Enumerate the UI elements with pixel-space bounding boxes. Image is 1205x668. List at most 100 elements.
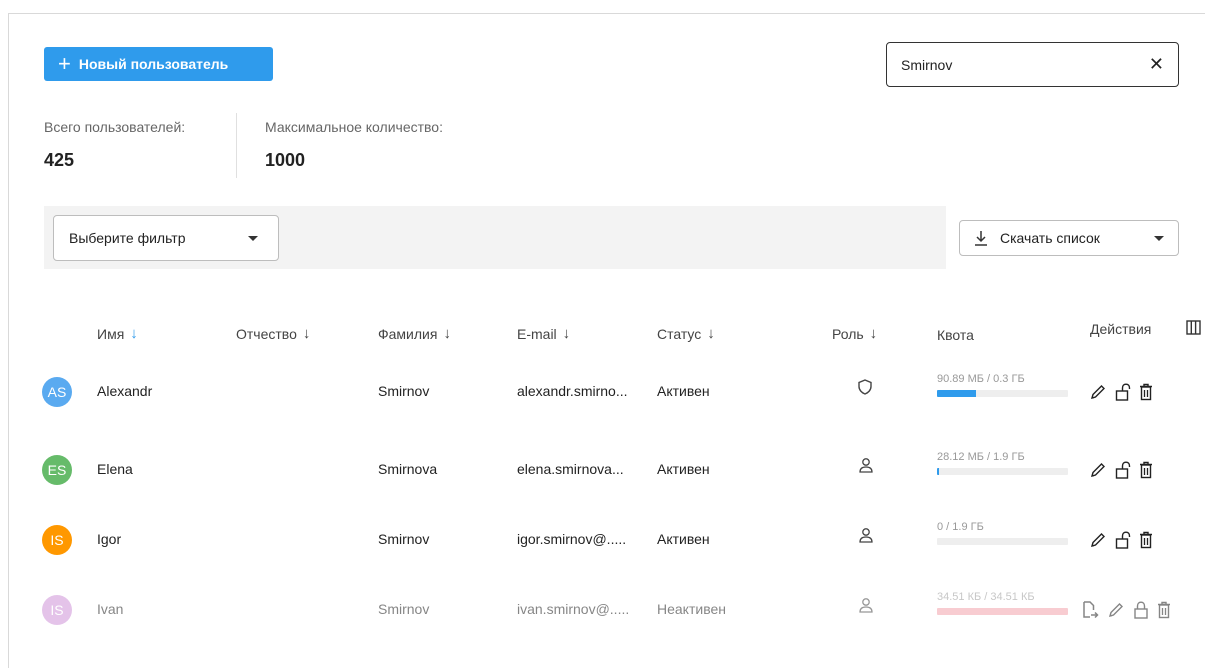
- row-actions: [1089, 383, 1153, 401]
- avatar: AS: [42, 377, 72, 407]
- user-status: Активен: [657, 461, 710, 477]
- file-export-icon[interactable]: [1081, 601, 1099, 619]
- column-header-quota-label: Квота: [937, 327, 974, 343]
- column-header-role-label: Роль: [832, 325, 864, 342]
- sort-arrow-down-icon: ↓: [443, 325, 451, 342]
- column-header-patronymic[interactable]: Отчество ↓: [236, 325, 310, 342]
- total-users-label: Всего пользователей:: [44, 119, 186, 135]
- unlock-icon[interactable]: [1115, 383, 1131, 401]
- search-field[interactable]: ✕: [886, 42, 1179, 87]
- download-icon: [974, 230, 988, 246]
- user-surname: Smirnov: [378, 383, 430, 399]
- trash-icon[interactable]: [1139, 383, 1153, 401]
- table-row[interactable]: AS Alexandr Smirnov alexandr.smirno... А…: [0, 352, 1205, 422]
- user-status: Активен: [657, 531, 710, 547]
- avatar: IS: [42, 595, 72, 625]
- column-header-name[interactable]: Имя ↓: [97, 325, 138, 342]
- download-list-button[interactable]: Скачать список: [959, 220, 1179, 256]
- total-users-stat: Всего пользователей: 425: [44, 119, 185, 171]
- user-surname: Smirnova: [378, 461, 438, 477]
- user-name: Elena: [97, 461, 133, 477]
- user-email: ivan.smirnov@.....: [517, 601, 630, 617]
- row-actions: [1089, 531, 1153, 549]
- user-icon: [858, 597, 874, 616]
- trash-icon[interactable]: [1157, 601, 1171, 619]
- sort-arrow-down-icon: ↓: [707, 325, 715, 342]
- avatar-initials: IS: [50, 532, 64, 548]
- avatar: IS: [42, 525, 72, 555]
- sort-arrow-down-icon: ↓: [869, 325, 878, 342]
- quota-bar: [937, 468, 1068, 475]
- total-users-value: 425: [44, 150, 75, 170]
- column-header-patronymic-label: Отчество: [236, 325, 297, 342]
- edit-icon[interactable]: [1089, 461, 1107, 479]
- sort-arrow-down-icon: ↓: [302, 325, 311, 342]
- stats-divider: [236, 113, 237, 178]
- column-header-name-label: Имя: [97, 325, 125, 342]
- max-users-value: 1000: [265, 150, 306, 170]
- max-users-stat: Максимальное количество: 1000: [265, 119, 443, 171]
- user-name: Igor: [97, 531, 122, 547]
- edit-icon[interactable]: [1089, 531, 1107, 549]
- search-input[interactable]: [901, 56, 1149, 73]
- quota-bar: [937, 538, 1068, 545]
- avatar: ES: [42, 455, 72, 485]
- column-header-role[interactable]: Роль ↓: [832, 325, 877, 342]
- max-users-label: Максимальное количество:: [265, 119, 443, 135]
- plus-icon: +: [58, 51, 71, 76]
- avatar-initials: AS: [47, 384, 67, 400]
- column-header-surname-label: Фамилия: [378, 325, 438, 342]
- column-header-status[interactable]: Статус ↓: [657, 325, 715, 342]
- column-header-surname[interactable]: Фамилия ↓: [378, 325, 451, 342]
- trash-icon[interactable]: [1139, 531, 1153, 549]
- user-email: igor.smirnov@.....: [517, 531, 627, 547]
- quota-bar-fill: [937, 608, 1068, 615]
- column-header-status-label: Статус: [657, 325, 702, 342]
- column-header-actions-label: Действия: [1090, 321, 1152, 337]
- lock-icon[interactable]: [1133, 601, 1149, 619]
- user-email: elena.smirnova...: [517, 461, 624, 477]
- row-actions: [1081, 601, 1171, 619]
- columns-settings-icon[interactable]: [1186, 320, 1201, 341]
- download-list-label: Скачать список: [1000, 230, 1100, 246]
- new-user-label: Новый пользователь: [78, 56, 229, 72]
- edit-icon[interactable]: [1107, 601, 1125, 619]
- user-status: Активен: [657, 383, 710, 399]
- user-name: Alexandr: [97, 383, 153, 399]
- quota-bar-fill: [937, 390, 977, 397]
- sort-arrow-down-icon: ↓: [562, 325, 571, 342]
- unlock-icon[interactable]: [1115, 461, 1131, 479]
- new-user-button[interactable]: + Новый пользователь: [44, 47, 273, 81]
- quota-bar-fill: [937, 468, 939, 475]
- avatar-initials: IS: [50, 602, 64, 618]
- table-row[interactable]: IS Igor Smirnov igor.smirnov@..... Актив…: [0, 500, 1205, 570]
- table-row[interactable]: ES Elena Smirnova elena.smirnova... Акти…: [0, 430, 1205, 500]
- column-header-actions: Действия: [1090, 321, 1151, 337]
- quota-text: 28.12 МБ / 1.9 ГБ: [937, 451, 1025, 463]
- column-header-email-label: E-mail: [517, 325, 557, 342]
- sort-arrow-down-icon: ↓: [130, 325, 138, 342]
- user-icon: [858, 527, 874, 546]
- chevron-down-icon: [248, 235, 258, 241]
- filter-select[interactable]: Выберите фильтр: [53, 215, 279, 261]
- user-surname: Smirnov: [378, 601, 430, 617]
- column-header-email[interactable]: E-mail ↓: [517, 325, 570, 342]
- shield-icon: [858, 379, 872, 398]
- quota-text: 34.51 КБ / 34.51 КБ: [937, 591, 1035, 603]
- chevron-down-icon: [1154, 235, 1164, 241]
- user-email: alexandr.smirno...: [517, 383, 628, 399]
- user-name: Ivan: [97, 601, 124, 617]
- clear-search-icon[interactable]: ✕: [1149, 54, 1164, 75]
- quota-bar: [937, 390, 1068, 397]
- trash-icon[interactable]: [1139, 461, 1153, 479]
- edit-icon[interactable]: [1089, 383, 1107, 401]
- user-surname: Smirnov: [378, 531, 430, 547]
- quota-bar: [937, 608, 1068, 615]
- table-row[interactable]: IS Ivan Smirnov ivan.smirnov@..... Неакт…: [0, 570, 1205, 640]
- unlock-icon[interactable]: [1115, 531, 1131, 549]
- user-icon: [858, 457, 874, 476]
- column-header-quota: Квота: [937, 327, 974, 343]
- avatar-initials: ES: [47, 462, 67, 478]
- quota-text: 90.89 МБ / 0.3 ГБ: [937, 373, 1025, 385]
- row-actions: [1089, 461, 1153, 479]
